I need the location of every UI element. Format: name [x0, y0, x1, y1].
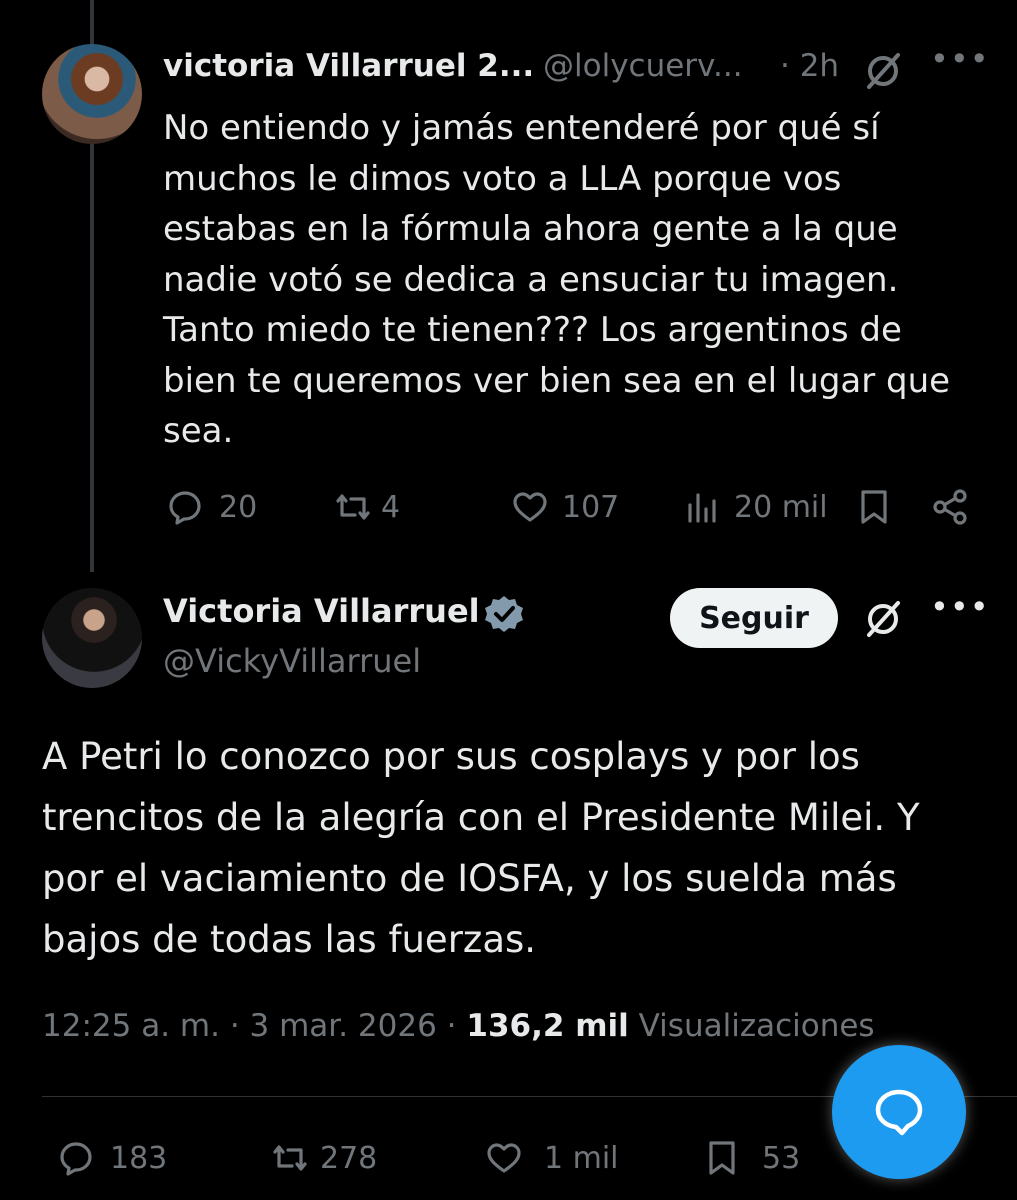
- reply-like-count: 107: [562, 489, 620, 525]
- main-author-handle[interactable]: @VickyVillarruel: [163, 642, 421, 680]
- views-count: 136,2 mil: [466, 1008, 629, 1044]
- reply-repost-count: 4: [381, 489, 401, 525]
- meta-separator: ·: [446, 1008, 457, 1044]
- reply-author-avatar[interactable]: [42, 44, 142, 144]
- reply-like-button[interactable]: 107: [510, 487, 619, 527]
- main-like-button[interactable]: 1 mil: [484, 1138, 619, 1178]
- reply-timestamp[interactable]: · 2h: [780, 48, 839, 84]
- main-reply-button[interactable]: 183: [56, 1138, 167, 1178]
- reply-views-count: 20 mil: [734, 489, 828, 525]
- reply-repost-button[interactable]: 4: [333, 487, 400, 527]
- reply-more-options-icon[interactable]: •••: [930, 40, 990, 78]
- repost-icon: [273, 1145, 307, 1171]
- reply-icon: [60, 1142, 92, 1176]
- reply-share-button[interactable]: [930, 487, 970, 527]
- main-tweet-text: A Petri lo conozco por sus cosplays y po…: [42, 735, 920, 961]
- reply-author-name[interactable]: victoria Villarruel 2...: [163, 48, 534, 84]
- reply-bookmark-button[interactable]: [854, 487, 894, 527]
- compose-reply-fab[interactable]: [832, 1045, 966, 1179]
- tweet-date[interactable]: 3 mar. 2026: [250, 1008, 437, 1044]
- repost-icon: [336, 494, 370, 520]
- main-author-name[interactable]: Victoria Villarruel: [163, 592, 480, 630]
- tweet-metadata: 12:25 a. m. · 3 mar. 2026 · 136,2 mil Vi…: [42, 1008, 875, 1044]
- views-label: Visualizaciones: [638, 1008, 875, 1044]
- bookmark-icon: [709, 1141, 735, 1175]
- reply-reply-button[interactable]: 20: [165, 487, 257, 527]
- views-icon: [688, 493, 716, 523]
- meta-separator: ·: [229, 1008, 240, 1044]
- chat-bubble-icon: [875, 1089, 923, 1136]
- main-repost-count: 278: [320, 1140, 378, 1176]
- main-more-options-icon[interactable]: •••: [930, 588, 990, 626]
- tweet-time[interactable]: 12:25 a. m.: [42, 1008, 220, 1044]
- reply-icon: [169, 491, 201, 525]
- heart-icon: [513, 492, 547, 522]
- follow-button[interactable]: Seguir: [670, 588, 838, 648]
- grok-icon[interactable]: [862, 50, 904, 92]
- bookmark-icon: [861, 490, 887, 524]
- reply-reply-count: 20: [219, 489, 258, 525]
- main-repost-button[interactable]: 278: [270, 1138, 377, 1178]
- reply-views-button[interactable]: 20 mil: [682, 487, 828, 527]
- main-bookmark-count: 53: [762, 1140, 801, 1176]
- heart-icon: [487, 1143, 521, 1173]
- verified-badge-icon[interactable]: [484, 594, 524, 634]
- reply-author-handle[interactable]: @lolycuerv...: [543, 48, 743, 84]
- main-bookmark-button[interactable]: 53: [702, 1138, 800, 1178]
- share-icon: [933, 489, 967, 525]
- reply-tweet-text: No entiendo y jamás entenderé por qué sí…: [163, 108, 951, 451]
- grok-icon[interactable]: [862, 598, 904, 640]
- main-reply-count: 183: [110, 1140, 168, 1176]
- main-like-count: 1 mil: [544, 1140, 619, 1176]
- main-author-avatar[interactable]: [42, 588, 142, 688]
